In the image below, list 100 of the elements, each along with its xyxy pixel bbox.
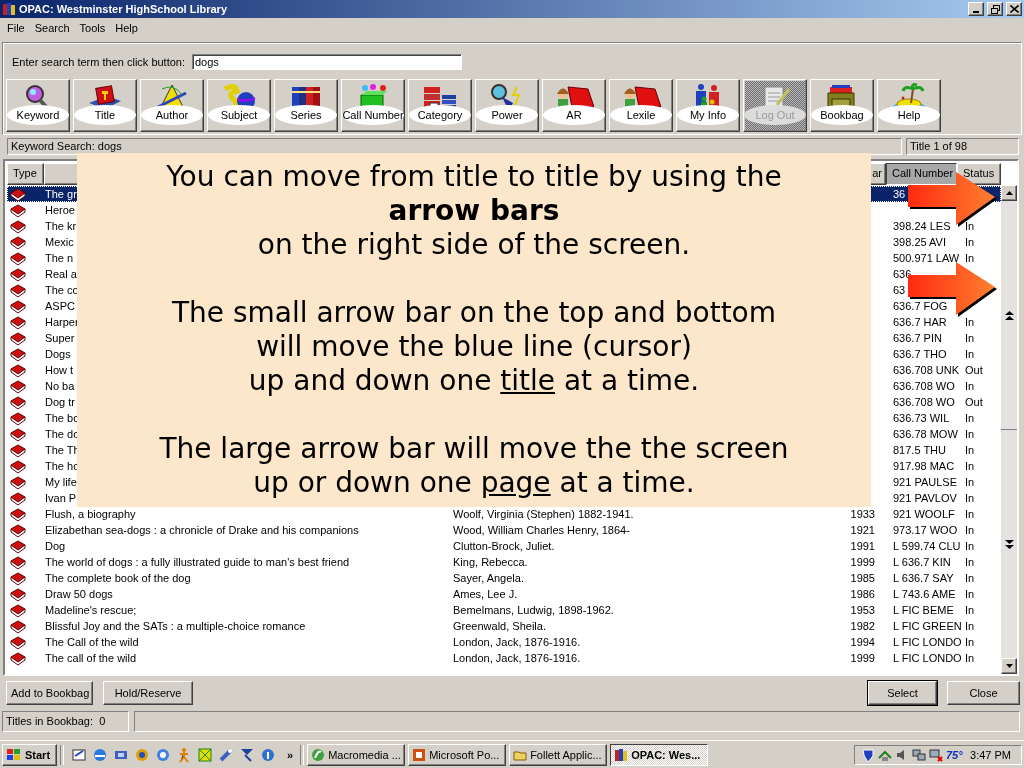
table-cell: In xyxy=(965,572,975,584)
table-cell: Dog xyxy=(45,540,66,552)
table-cell: 398.25 AVI xyxy=(893,236,946,248)
table-cell: 500.971 LAW xyxy=(893,252,960,264)
table-cell: In xyxy=(965,636,975,648)
table-cell: 817.5 THU xyxy=(893,444,946,456)
column-header[interactable]: Call Number xyxy=(886,163,957,185)
table-cell: Dogs xyxy=(45,348,71,360)
book-icon xyxy=(10,378,26,394)
book-icon xyxy=(10,282,26,298)
book-icon xyxy=(10,234,26,250)
scroll-up-button[interactable] xyxy=(1001,185,1017,201)
taskbar-button[interactable]: OPAC: Wes... xyxy=(610,743,709,766)
tray-icon xyxy=(912,747,926,762)
table-cell: 921 PAULSE xyxy=(893,476,957,488)
menu-item[interactable]: Search xyxy=(29,22,75,34)
column-header[interactable]: Type xyxy=(7,163,44,185)
action-button[interactable]: Hold/Reserve xyxy=(103,681,193,705)
book-icon xyxy=(10,330,26,346)
book-icon xyxy=(10,202,26,218)
minimize-button[interactable] xyxy=(968,2,984,16)
menu-item[interactable]: Tools xyxy=(74,22,111,34)
table-cell: The kr xyxy=(45,220,77,232)
taskbar-button[interactable]: Follett Applic... xyxy=(509,743,608,766)
table-cell: King, Rebecca. xyxy=(453,556,528,568)
action-button[interactable]: Select xyxy=(868,681,937,705)
toolbar-button[interactable]: Keyword xyxy=(6,79,70,132)
more-button[interactable]: » xyxy=(287,748,294,761)
app-icon xyxy=(412,747,427,762)
table-cell: 1933 xyxy=(850,508,875,520)
book-icon xyxy=(10,634,26,650)
toolbar-button[interactable]: Help xyxy=(877,79,941,132)
book-icon xyxy=(10,490,26,506)
menu-item[interactable]: File xyxy=(2,22,30,34)
quick-launch-icon xyxy=(260,746,276,763)
table-cell: Blissful Joy and the SATs : a multiple-choice romance xyxy=(45,620,306,632)
toolbar-button[interactable]: Author xyxy=(140,79,204,132)
toolbar-button[interactable]: Call Number xyxy=(341,79,405,132)
quick-launch-icon xyxy=(155,746,171,763)
table-cell: In xyxy=(965,348,975,360)
table-cell: The gr xyxy=(45,188,77,200)
table-cell: The complete book of the dog xyxy=(45,572,191,584)
table-cell: In xyxy=(965,460,975,472)
toolbar-button[interactable]: Power xyxy=(475,79,539,132)
windows-flag-icon xyxy=(6,747,22,762)
toolbar-button[interactable]: Category xyxy=(408,79,472,132)
action-button[interactable]: Close xyxy=(947,681,1020,705)
book-icon xyxy=(10,554,26,570)
action-button[interactable]: Add to Bookbag xyxy=(6,681,93,705)
callout-text: The small arrow bar on the top and bottom will move the blue line (cursor) up and down one title at a time. xyxy=(171,296,777,398)
toolbar-button[interactable]: Series xyxy=(274,79,338,132)
scrollbar[interactable] xyxy=(1001,185,1017,674)
table-cell: Out xyxy=(965,364,983,376)
table-cell: 973.17 WOO xyxy=(893,524,958,536)
table-cell: Super xyxy=(45,332,75,344)
table-cell: L 636.7 KIN xyxy=(893,556,951,568)
up-arrow-icon xyxy=(1005,191,1013,195)
down-arrow-icon xyxy=(1005,664,1013,668)
table-cell: In xyxy=(965,444,975,456)
toolbar-button[interactable]: Lexile xyxy=(609,79,673,132)
table-cell: Woolf, Virginia (Stephen) 1882-1941. xyxy=(453,508,634,520)
table-cell: 1999 xyxy=(850,652,875,664)
table-cell: The call of the wild xyxy=(45,652,137,664)
table-cell: Ivan P xyxy=(45,492,77,504)
close-button[interactable] xyxy=(1006,2,1022,16)
app-icon xyxy=(311,747,326,762)
start-button[interactable]: Start xyxy=(2,743,57,766)
table-cell: 636.73 WIL xyxy=(893,412,950,424)
book-icon xyxy=(10,394,26,410)
toolbar-button[interactable]: Title xyxy=(73,79,137,132)
search-label: Enter search term then click button: xyxy=(12,56,187,68)
toolbar-button[interactable]: Bookbag xyxy=(810,79,874,132)
window-title: OPAC: Westminster HighSchool Library xyxy=(19,3,228,15)
table-cell: 1986 xyxy=(850,588,875,600)
toolbar-button[interactable]: Subject xyxy=(207,79,271,132)
taskbar-button[interactable]: Macromedia ... xyxy=(307,743,406,766)
table-cell: Bemelmans, Ludwig, 1898-1962. xyxy=(453,604,614,616)
taskbar-button[interactable]: Microsoft Po... xyxy=(408,743,507,766)
table-cell: The world of dogs : a fully illustrated guide to man's best friend xyxy=(45,556,350,568)
book-icon xyxy=(10,362,26,378)
table-cell: In xyxy=(965,412,975,424)
quick-launch-icon xyxy=(239,746,255,763)
search-field[interactable]: dogs xyxy=(192,54,462,70)
book-icon xyxy=(10,586,26,602)
quick-launch-icon xyxy=(92,746,108,763)
table-cell: In xyxy=(965,604,975,616)
toolbar-button[interactable]: AR xyxy=(542,79,606,132)
toolbar-button[interactable]: My Info xyxy=(676,79,740,132)
table-cell: 636.7 HAR xyxy=(893,316,947,328)
menu-item[interactable]: Help xyxy=(110,22,143,34)
table-cell: Greenwald, Sheila. xyxy=(453,620,546,632)
book-icon xyxy=(10,410,26,426)
scroll-down-button[interactable] xyxy=(1001,658,1017,674)
table-cell: 636.708 UNK xyxy=(893,364,960,376)
restore-button[interactable] xyxy=(987,2,1003,16)
double-up-arrow-icon xyxy=(1004,310,1014,320)
table-cell: L FIC LONDO xyxy=(893,636,962,648)
table-cell: 921 WOOLF xyxy=(893,508,955,520)
table-cell: In xyxy=(965,316,975,328)
restore-icon xyxy=(990,4,1000,14)
